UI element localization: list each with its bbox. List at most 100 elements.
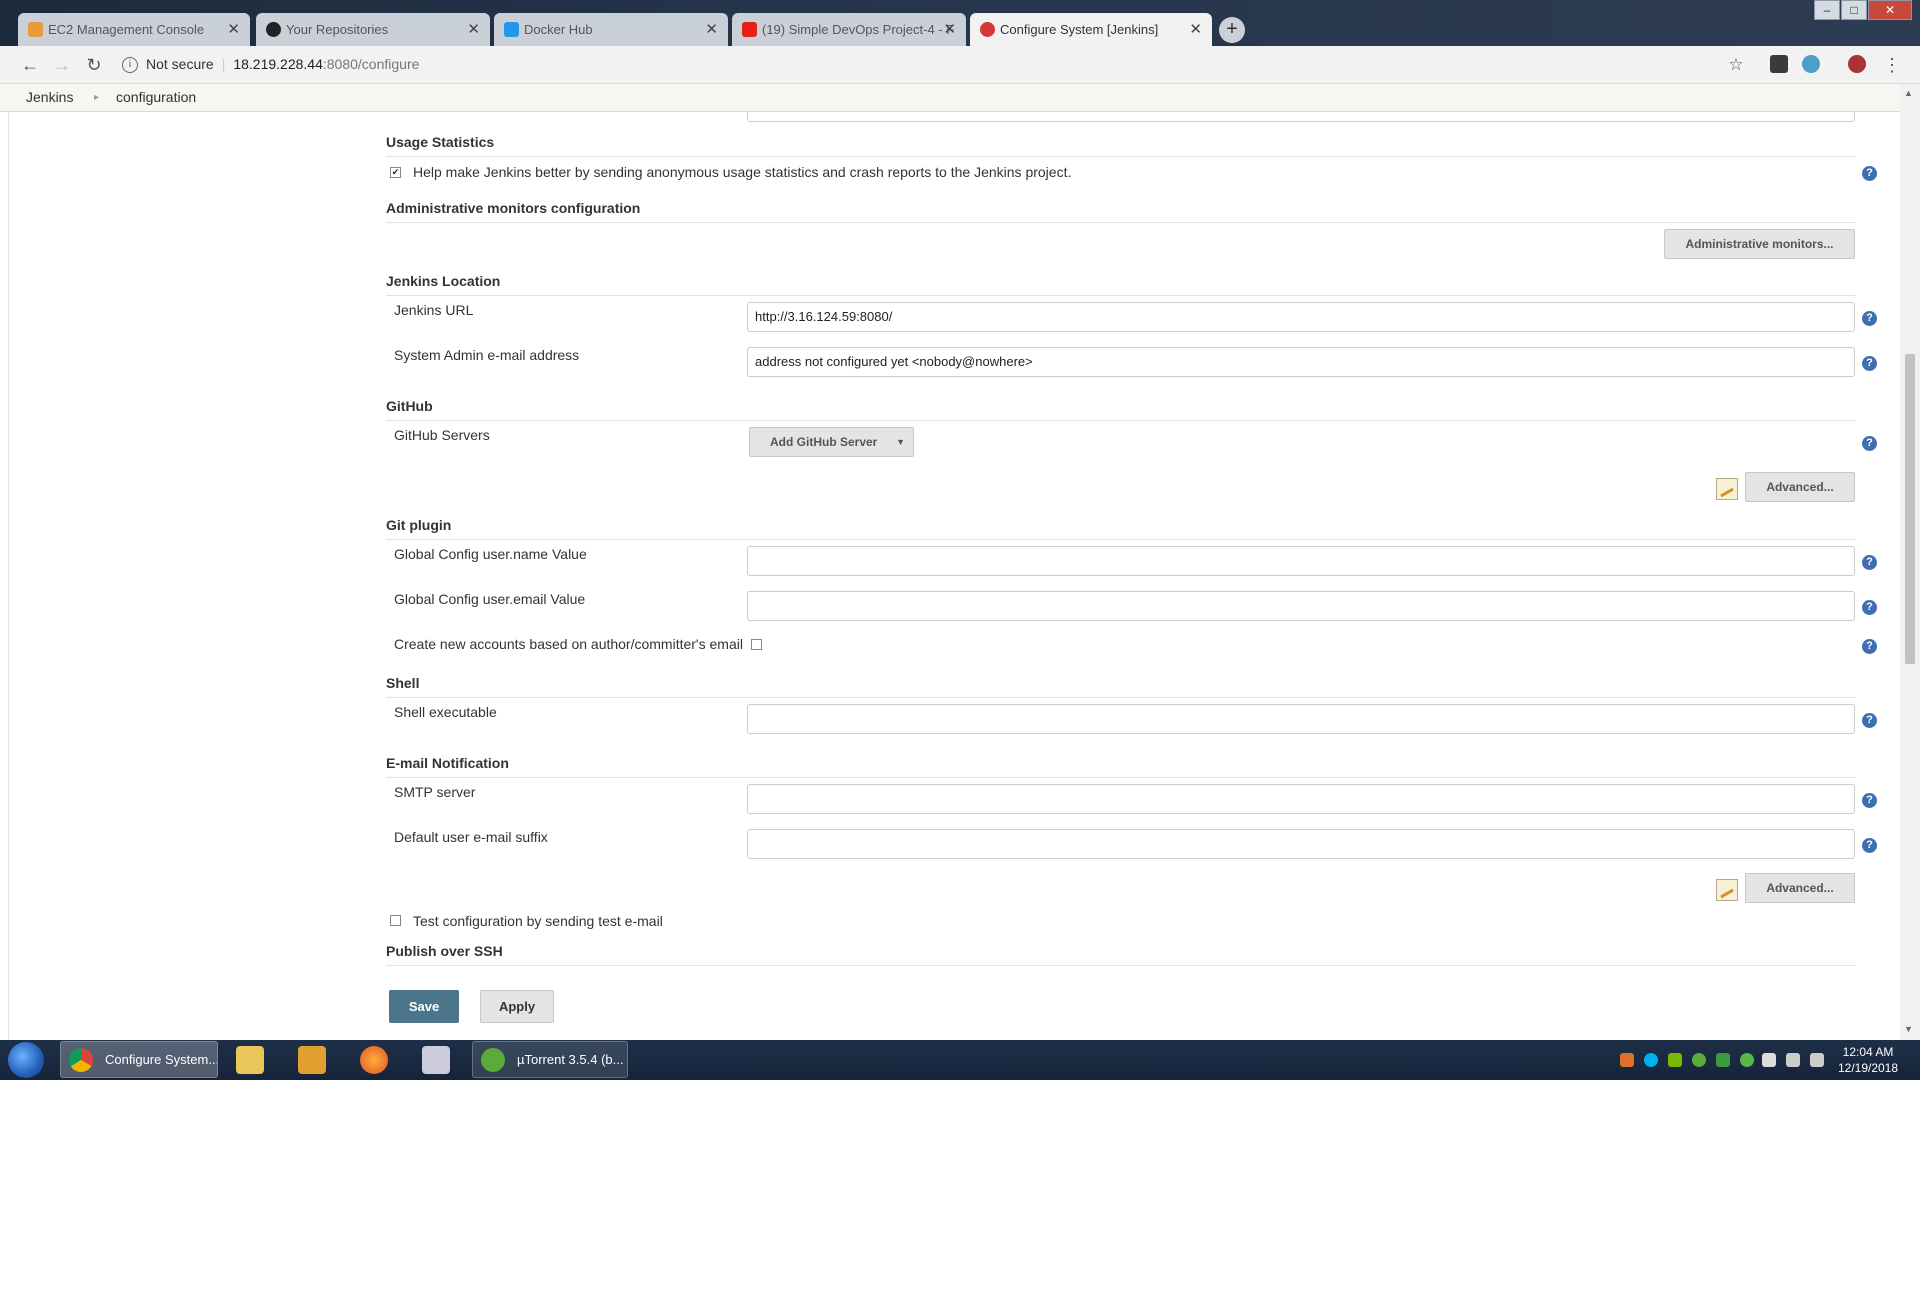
bookmark-star-icon[interactable]: ☆ — [1724, 53, 1748, 77]
breadcrumb-jenkins[interactable]: Jenkins — [26, 84, 73, 111]
action-center-flag-icon[interactable] — [1762, 1053, 1776, 1067]
tray-icon[interactable] — [1620, 1053, 1634, 1067]
tab-github[interactable]: Your Repositories ✕ — [256, 13, 490, 46]
shell-executable-input[interactable] — [747, 704, 1855, 734]
help-icon[interactable]: ? — [1862, 639, 1877, 654]
jenkins-url-label: Jenkins URL — [394, 302, 474, 318]
side-panel — [0, 112, 9, 1040]
reload-icon[interactable]: ↻ — [82, 53, 106, 77]
screen: EC2 Management Console ✕ Your Repositori… — [0, 0, 1920, 1080]
admin-monitors-button[interactable]: Administrative monitors... — [1664, 229, 1855, 259]
menu-icon[interactable]: ⋮ — [1880, 53, 1904, 77]
breadcrumb: Jenkins ▸ configuration — [0, 84, 1900, 112]
taskbar-window-title: Configure System... — [105, 1052, 218, 1067]
security-label: Not secure — [146, 56, 214, 72]
jenkins-url-input[interactable]: http://3.16.124.59:8080/ — [747, 302, 1855, 332]
minimize-button[interactable]: – — [1814, 0, 1840, 20]
admin-email-input[interactable]: address not configured yet <nobody@nowhe… — [747, 347, 1855, 377]
media-player-icon[interactable] — [298, 1046, 326, 1074]
create-accounts-checkbox[interactable] — [751, 639, 762, 650]
git-username-label: Global Config user.name Value — [394, 546, 587, 562]
email-suffix-input[interactable] — [747, 829, 1855, 859]
email-suffix-label: Default user e-mail suffix — [394, 829, 548, 845]
close-icon[interactable]: ✕ — [943, 13, 956, 46]
tray-icon[interactable] — [1716, 1053, 1730, 1067]
clock-time: 12:04 AM — [1842, 1045, 1894, 1059]
tab-youtube[interactable]: (19) Simple DevOps Project-4 - F ✕ — [732, 13, 966, 46]
nvidia-icon[interactable] — [1668, 1053, 1682, 1067]
taskbar-chrome-window[interactable]: Configure System... — [60, 1041, 218, 1078]
help-icon[interactable]: ? — [1862, 600, 1877, 615]
tab-ec2[interactable]: EC2 Management Console ✕ — [18, 13, 250, 46]
help-icon[interactable]: ? — [1862, 793, 1877, 808]
section-usage-statistics: Usage Statistics — [386, 134, 1856, 157]
system-clock[interactable]: 12:04 AM 12/19/2018 — [1828, 1044, 1908, 1076]
help-icon[interactable]: ? — [1862, 311, 1877, 326]
file-explorer-icon[interactable] — [236, 1046, 264, 1074]
git-username-input[interactable] — [747, 546, 1855, 576]
tab-title: Docker Hub — [524, 22, 593, 37]
scroll-down-icon[interactable]: ▼ — [1904, 1024, 1913, 1034]
save-button[interactable]: Save — [389, 990, 459, 1023]
help-icon[interactable]: ? — [1862, 555, 1877, 570]
usage-statistics-checkbox[interactable]: ✔ — [390, 167, 401, 178]
help-icon[interactable]: ? — [1862, 356, 1877, 371]
start-button[interactable] — [8, 1042, 44, 1078]
tray-icon[interactable] — [1740, 1053, 1754, 1067]
extension-icon[interactable] — [1770, 55, 1788, 73]
tab-title: Your Repositories — [286, 22, 389, 37]
create-accounts-label: Create new accounts based on author/comm… — [394, 636, 743, 652]
scroll-thumb[interactable] — [1905, 354, 1915, 664]
window-close-button[interactable]: ✕ — [1868, 0, 1912, 20]
url-host: 18.219.228.44 — [233, 56, 323, 72]
add-github-server-label: Add GitHub Server — [770, 435, 878, 449]
chrome-icon — [69, 1048, 93, 1072]
test-email-checkbox[interactable] — [390, 915, 401, 926]
extension-icon[interactable] — [1802, 55, 1820, 73]
usage-statistics-label: Help make Jenkins better by sending anon… — [413, 164, 1072, 180]
forward-icon[interactable]: → — [50, 53, 74, 77]
back-icon[interactable]: ← — [18, 53, 42, 77]
section-jenkins-location: Jenkins Location — [386, 273, 1856, 296]
window-controls: – □ ✕ — [1813, 0, 1912, 20]
help-icon[interactable]: ? — [1862, 436, 1877, 451]
breadcrumb-configuration[interactable]: configuration — [116, 84, 196, 111]
docker-icon — [504, 22, 519, 37]
scroll-up-icon[interactable]: ▲ — [1904, 88, 1913, 98]
page-scrollbar[interactable]: ▲ ▼ — [1900, 84, 1920, 1040]
url-path: :8080/configure — [322, 56, 420, 72]
volume-icon[interactable] — [1810, 1053, 1824, 1067]
git-email-input[interactable] — [747, 591, 1855, 621]
notepad-icon — [1716, 879, 1738, 901]
jenkins-icon — [980, 22, 995, 37]
apply-button[interactable]: Apply — [480, 990, 554, 1023]
profile-avatar[interactable] — [1848, 55, 1866, 73]
new-tab-button[interactable]: + — [1219, 17, 1245, 43]
add-github-server-button[interactable]: Add GitHub Server ▼ — [749, 427, 914, 457]
tab-title: EC2 Management Console — [48, 22, 205, 37]
email-advanced-button[interactable]: Advanced... — [1745, 873, 1855, 903]
network-icon[interactable] — [1786, 1053, 1800, 1067]
help-icon[interactable]: ? — [1862, 838, 1877, 853]
close-icon[interactable]: ✕ — [467, 13, 480, 46]
firefox-icon[interactable] — [360, 1046, 388, 1074]
taskbar-window-title: µTorrent 3.5.4 (b... — [517, 1052, 624, 1067]
tab-docker[interactable]: Docker Hub ✕ — [494, 13, 728, 46]
help-icon[interactable]: ? — [1862, 713, 1877, 728]
tab-jenkins[interactable]: Configure System [Jenkins] ✕ — [970, 13, 1212, 46]
section-email-notification: E-mail Notification — [386, 755, 1856, 778]
smtp-server-input[interactable] — [747, 784, 1855, 814]
close-icon[interactable]: ✕ — [1189, 13, 1202, 46]
taskbar-utorrent-window[interactable]: µTorrent 3.5.4 (b... — [472, 1041, 628, 1078]
snipping-tool-icon[interactable] — [422, 1046, 450, 1074]
help-icon[interactable]: ? — [1862, 166, 1877, 181]
close-icon[interactable]: ✕ — [705, 13, 718, 46]
address-bar[interactable]: i Not secure | 18.219.228.44:8080/configure — [122, 51, 1722, 78]
section-publish-ssh: Publish over SSH — [386, 943, 1856, 966]
skype-icon[interactable] — [1644, 1053, 1658, 1067]
clock-date: 12/19/2018 — [1837, 1061, 1899, 1075]
github-advanced-button[interactable]: Advanced... — [1745, 472, 1855, 502]
close-icon[interactable]: ✕ — [227, 13, 240, 46]
utorrent-tray-icon[interactable] — [1692, 1053, 1706, 1067]
maximize-button[interactable]: □ — [1841, 0, 1867, 20]
